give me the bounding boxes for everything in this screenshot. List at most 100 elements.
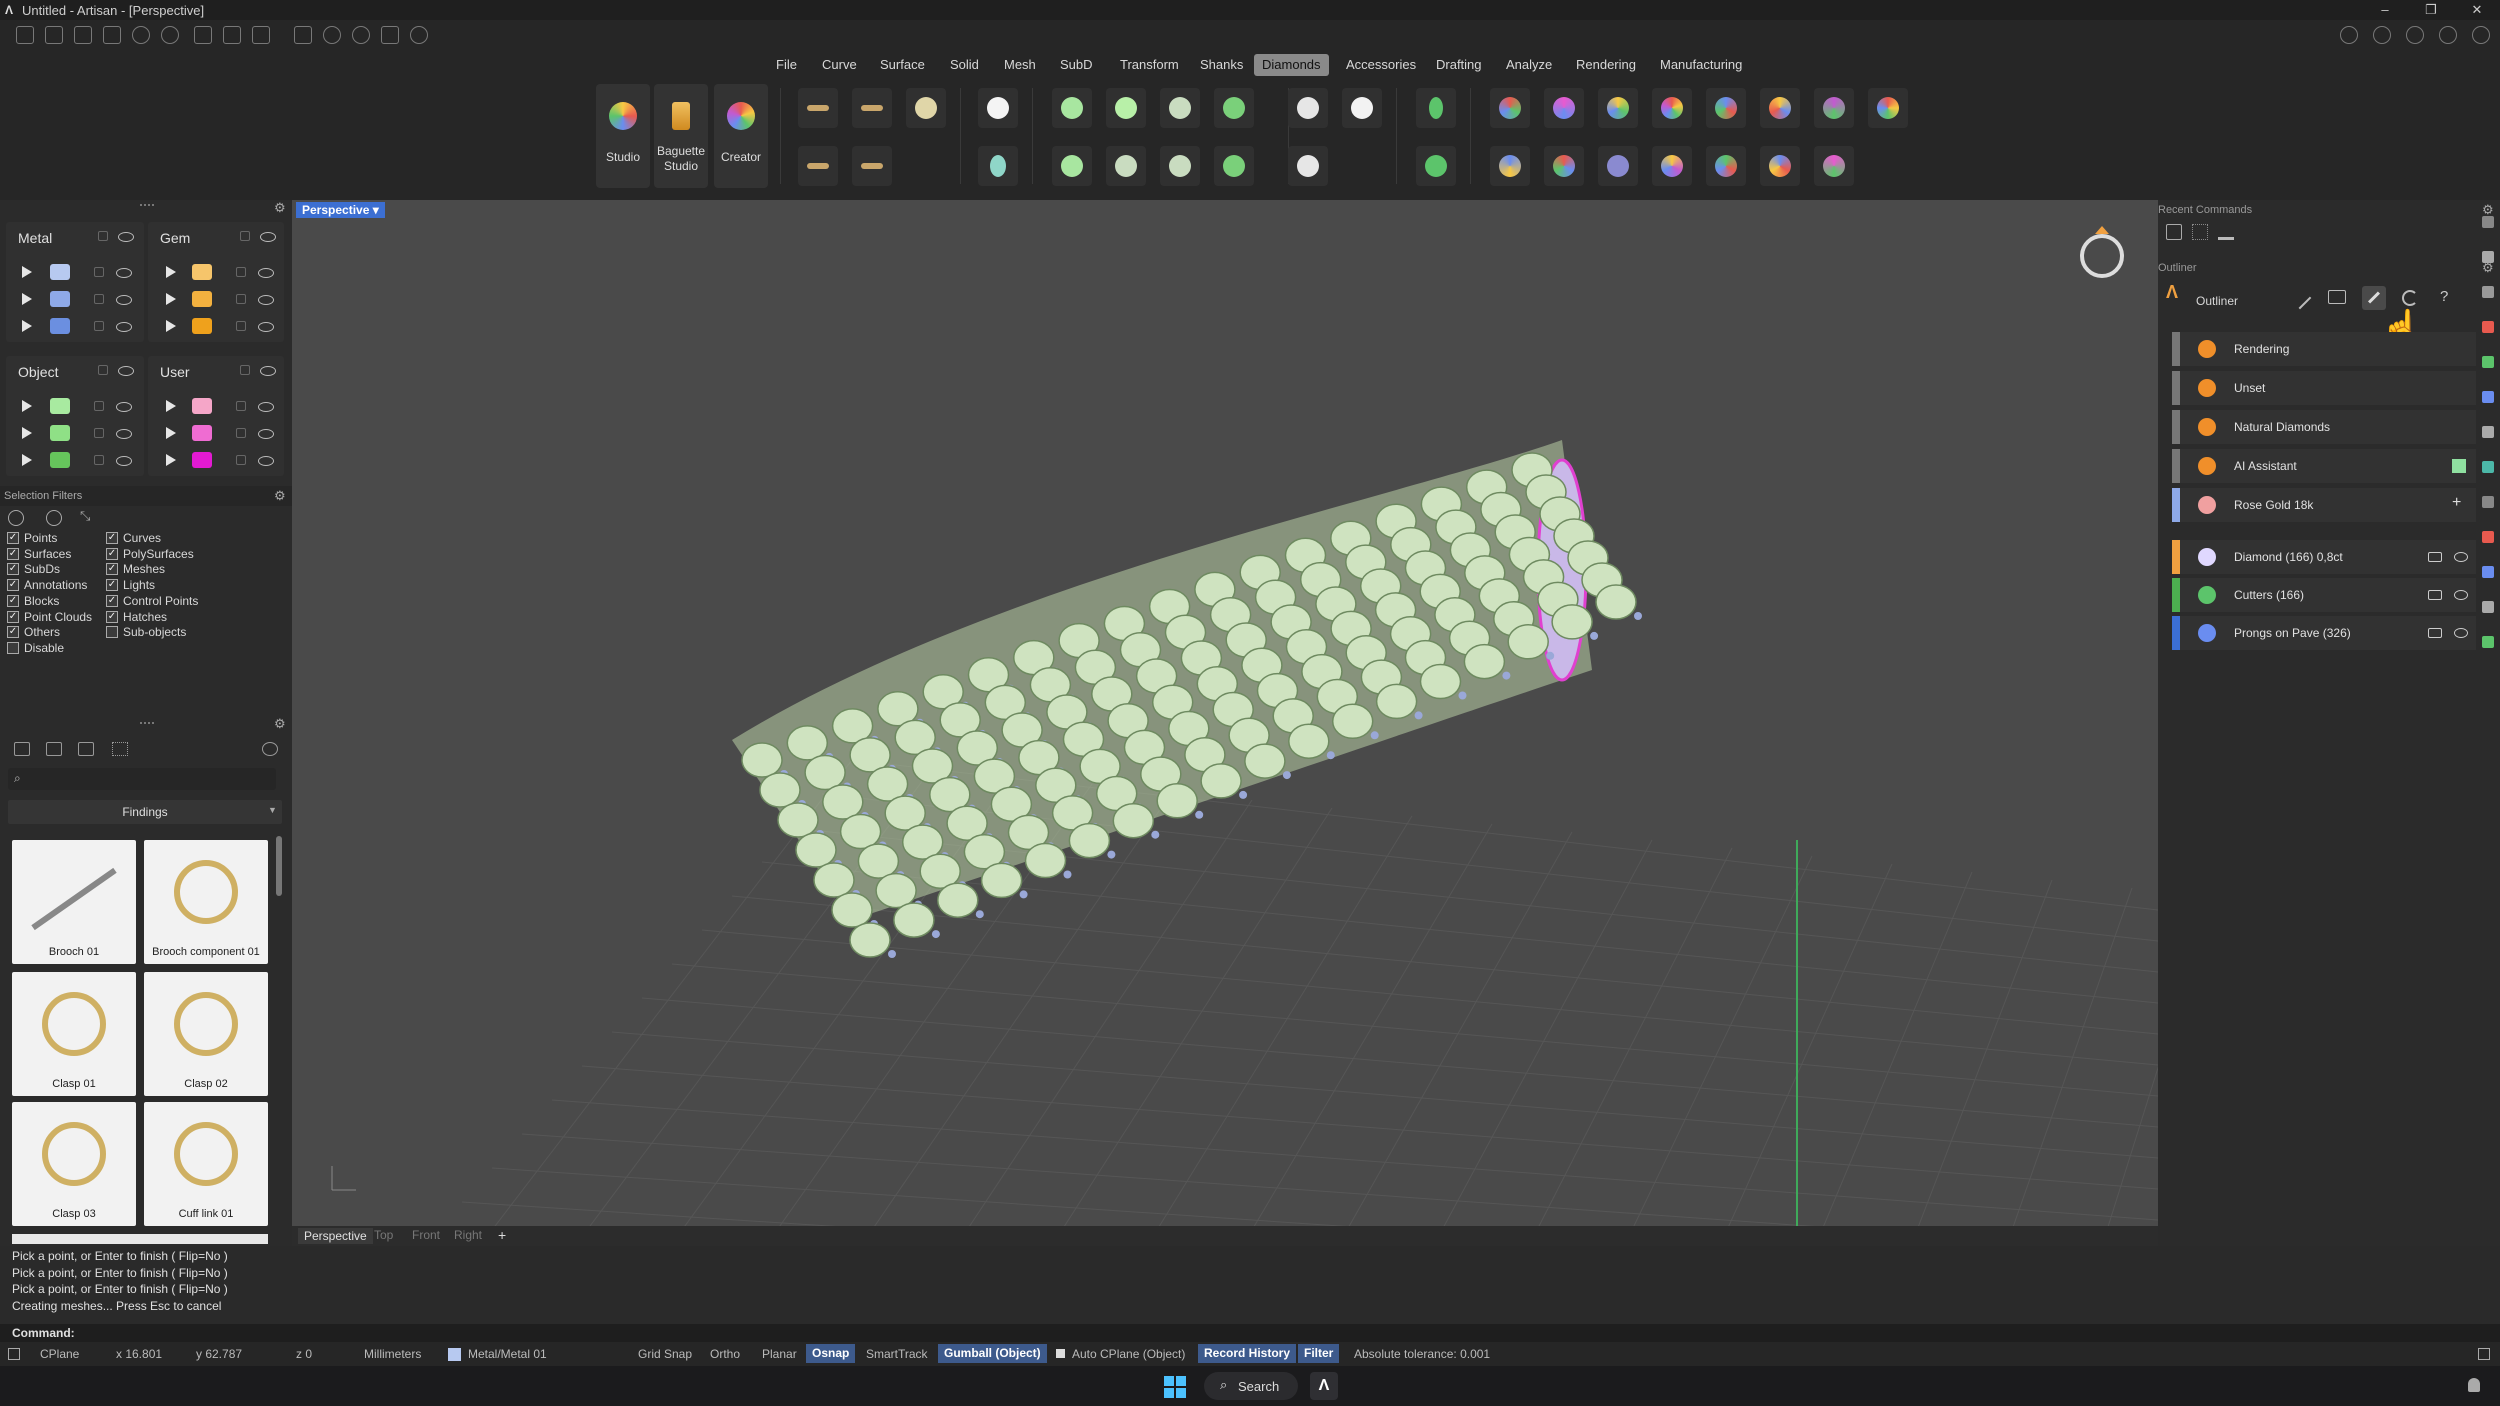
- pave-curve-tool[interactable]: [852, 88, 892, 128]
- play-icon[interactable]: [166, 320, 176, 332]
- viewport-perspective[interactable]: [292, 200, 2158, 1230]
- metal-color-swatch[interactable]: [50, 264, 70, 280]
- panel-toggle-icon[interactable]: [8, 1348, 20, 1360]
- outliner-material-row[interactable]: Natural Diamonds: [2172, 410, 2476, 444]
- user-color-swatch[interactable]: [192, 452, 212, 468]
- recent-command-1-icon[interactable]: [2166, 224, 2182, 240]
- filter-checkbox[interactable]: ✓: [106, 610, 118, 623]
- gem-search-tool[interactable]: [1598, 88, 1638, 128]
- pave-surface-tool[interactable]: [1342, 88, 1382, 128]
- menu-surface[interactable]: Surface: [872, 54, 933, 76]
- metal-color-swatch[interactable]: [50, 318, 70, 334]
- gem-color-swatch[interactable]: [192, 291, 212, 307]
- scale-icon[interactable]: [2328, 290, 2346, 304]
- play-icon[interactable]: [22, 293, 32, 305]
- side-tool-icon[interactable]: [2482, 636, 2494, 648]
- smarttrack-toggle[interactable]: SmartTrack: [866, 1347, 928, 1361]
- planar-toggle[interactable]: Planar: [762, 1347, 797, 1361]
- lock-icon[interactable]: [94, 401, 104, 411]
- panel-grip-icon[interactable]: [140, 204, 154, 207]
- side-tool-icon[interactable]: [2482, 356, 2494, 368]
- gem-magnet-tool[interactable]: [1544, 88, 1584, 128]
- tab-top[interactable]: Top: [374, 1228, 393, 1242]
- bezel2-tool[interactable]: [1052, 146, 1092, 186]
- panel-toggle-right-icon[interactable]: [2478, 1348, 2490, 1360]
- lock-icon[interactable]: [98, 231, 108, 241]
- rotate-icon[interactable]: [323, 26, 341, 44]
- menu-rendering[interactable]: Rendering: [1568, 54, 1644, 76]
- gumball-toggle[interactable]: Gumball (Object): [938, 1344, 1047, 1363]
- visibility-eye-icon[interactable]: [116, 322, 132, 332]
- play-icon[interactable]: [22, 454, 32, 466]
- rebuild-icon[interactable]: [294, 26, 312, 44]
- gem-align-tool[interactable]: [1490, 146, 1530, 186]
- orientation-ring-icon[interactable]: [2080, 226, 2124, 278]
- filter-checkbox[interactable]: ✓: [106, 594, 118, 607]
- gem-path-tool[interactable]: [1598, 146, 1638, 186]
- play-icon[interactable]: [166, 293, 176, 305]
- gem-color-tool[interactable]: [1868, 88, 1908, 128]
- lock-icon[interactable]: [236, 294, 246, 304]
- lock-icon[interactable]: [236, 267, 246, 277]
- menu-curve[interactable]: Curve: [814, 54, 865, 76]
- save-all-icon[interactable]: [252, 26, 270, 44]
- play-icon[interactable]: [166, 454, 176, 466]
- play-icon[interactable]: [166, 266, 176, 278]
- open-folder-icon[interactable]: [74, 26, 92, 44]
- pave-grid-tool[interactable]: [1288, 146, 1328, 186]
- close-button[interactable]: ✕: [2460, 0, 2494, 20]
- layers-settings-gear-icon[interactable]: ⚙: [274, 200, 286, 216]
- studio-button[interactable]: Studio: [596, 84, 650, 188]
- current-layer[interactable]: Metal/Metal 01: [468, 1347, 547, 1361]
- library-item[interactable]: Brooch component 01: [144, 840, 268, 964]
- menu-analyze[interactable]: Analyze: [1498, 54, 1560, 76]
- gem-zoom-tool[interactable]: [1760, 88, 1800, 128]
- visibility-eye-icon[interactable]: [2454, 590, 2468, 600]
- object-color-swatch[interactable]: [50, 425, 70, 441]
- filter-checkbox[interactable]: ✓: [106, 532, 118, 544]
- side-tool-icon[interactable]: [2482, 566, 2494, 578]
- library-item[interactable]: Brooch 01: [12, 840, 136, 964]
- info-icon[interactable]: [2373, 26, 2391, 44]
- menu-manufacturing[interactable]: Manufacturing: [1652, 54, 1750, 76]
- filter-mode-icon[interactable]: [8, 510, 24, 526]
- gem-color-swatch[interactable]: [192, 264, 212, 280]
- outliner-material-row[interactable]: AI Assistant: [2172, 449, 2476, 483]
- visibility-eye-icon[interactable]: [116, 295, 132, 305]
- lock-icon[interactable]: [94, 321, 104, 331]
- bezel-tool[interactable]: [1052, 88, 1092, 128]
- channel2-tool[interactable]: [1160, 146, 1200, 186]
- lock-icon[interactable]: [94, 455, 104, 465]
- pave-line-tool[interactable]: [798, 88, 838, 128]
- panel-grip-icon[interactable]: [140, 722, 154, 725]
- lock-icon[interactable]: [98, 365, 108, 375]
- library-item[interactable]: Cuff link 01: [144, 1102, 268, 1226]
- side-tool-icon[interactable]: [2482, 391, 2494, 403]
- play-icon[interactable]: [166, 400, 176, 412]
- osnap-toggle[interactable]: Osnap: [806, 1344, 856, 1363]
- undo-icon[interactable]: [132, 26, 150, 44]
- filter-checkbox[interactable]: ✓: [7, 563, 19, 576]
- lock-icon[interactable]: [94, 294, 104, 304]
- outliner-object-row[interactable]: Diamond (166) 0,8ct: [2172, 540, 2476, 574]
- library-item[interactable]: Clasp 02: [144, 972, 268, 1096]
- drill-tool[interactable]: [1416, 88, 1456, 128]
- filter-checkbox[interactable]: ✓: [7, 532, 19, 544]
- notification-bell-icon[interactable]: [2468, 1378, 2480, 1392]
- image-icon[interactable]: [78, 742, 94, 756]
- filter-checkbox[interactable]: ✓: [7, 579, 19, 592]
- visibility-eye-icon[interactable]: [258, 322, 274, 332]
- library-search-input[interactable]: ⌕: [8, 768, 276, 790]
- artisan-taskbar-icon[interactable]: Λ: [1310, 1372, 1338, 1400]
- hand-icon[interactable]: [2340, 26, 2358, 44]
- record-history-toggle[interactable]: Record History: [1198, 1344, 1297, 1363]
- lock-icon[interactable]: [236, 428, 246, 438]
- library-item[interactable]: Clasp 03: [12, 1102, 136, 1226]
- object-color-swatch[interactable]: [50, 398, 70, 414]
- new-template-icon[interactable]: [45, 26, 63, 44]
- help-icon[interactable]: ?: [2440, 288, 2448, 305]
- metal-color-swatch[interactable]: [50, 291, 70, 307]
- recent-command-2-icon[interactable]: [2192, 224, 2208, 240]
- play-icon[interactable]: [22, 427, 32, 439]
- filter-checkbox[interactable]: ✓: [106, 547, 118, 560]
